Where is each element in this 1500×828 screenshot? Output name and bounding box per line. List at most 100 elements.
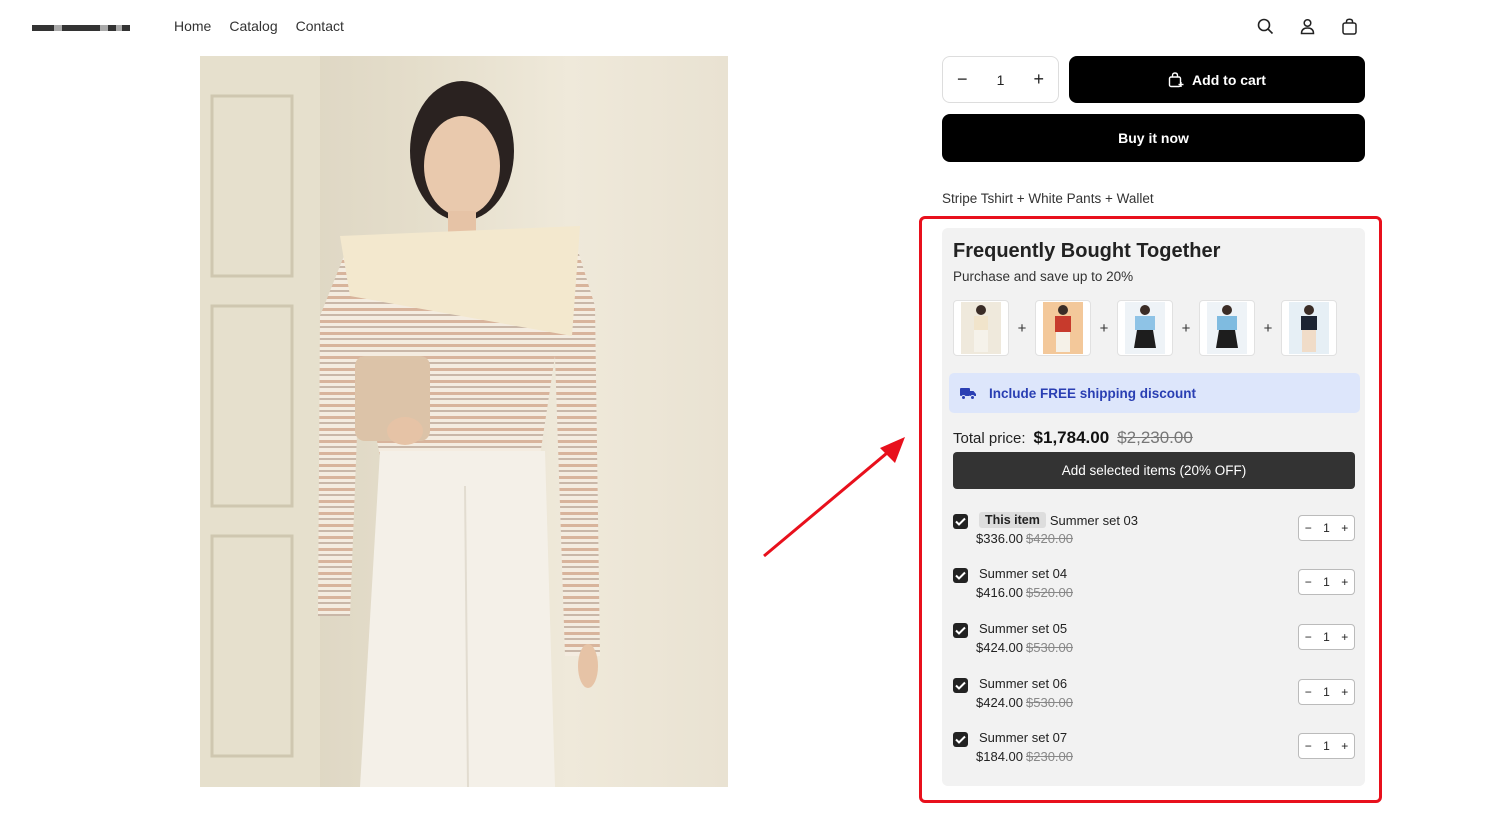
truck-icon [960,388,976,400]
item-quantity-stepper: −1 + [1298,569,1355,595]
free-shipping-text: Include FREE shipping discount [989,385,1197,401]
fbt-thumb-3[interactable] [1117,300,1173,356]
item-name[interactable]: Summer set 05 [979,621,1067,636]
item-name-line: This item Summer set 03 [979,512,1138,528]
item-quantity-stepper: −1 + [1298,733,1355,759]
item-increase-button[interactable]: + [1341,739,1348,753]
item-increase-button[interactable]: + [1341,685,1348,699]
item-price-current: $336.00 [976,531,1023,546]
total-price-original: $2,230.00 [1117,428,1193,447]
item-price-original: $230.00 [1026,749,1073,764]
cart-icon[interactable] [1338,15,1360,37]
plus-separator: + [1017,319,1027,337]
this-item-badge: This item [979,512,1046,528]
item-quantity-stepper: −1 + [1298,624,1355,650]
fbt-item-row: Summer set 05 $424.00 $530.00 −1 + [953,620,1355,664]
nav-catalog[interactable]: Catalog [229,18,277,34]
item-price: $424.00 $530.00 [976,640,1073,655]
checkmark-icon [955,681,966,690]
checkmark-icon [955,571,966,580]
fbt-item-row: Summer set 06 $424.00 $530.00 −1 + [953,675,1355,719]
item-name-line: Summer set 05 [979,621,1067,636]
item-increase-button[interactable]: + [1341,575,1348,589]
item-price: $336.00 $420.00 [976,531,1073,546]
total-price-label: Total price: [953,430,1026,447]
header-icons [1254,15,1360,37]
item-checkbox[interactable] [953,568,968,583]
item-checkbox[interactable] [953,623,968,638]
item-price-original: $530.00 [1026,695,1073,710]
add-to-cart-label: Add to cart [1192,71,1266,88]
item-checkbox[interactable] [953,732,968,747]
item-name-line: Summer set 06 [979,676,1067,691]
item-quantity-stepper: −1 + [1298,515,1355,541]
item-price: $424.00 $530.00 [976,695,1073,710]
plus-separator: + [1099,319,1109,337]
fbt-title: Frequently Bought Together [953,240,1221,262]
item-name[interactable]: Summer set 03 [1050,513,1138,528]
fbt-thumb-4[interactable] [1199,300,1255,356]
cart-plus-icon [1168,71,1184,87]
item-quantity[interactable]: 1 [1323,685,1330,699]
item-checkbox[interactable] [953,678,968,693]
item-decrease-button[interactable]: − [1305,630,1312,644]
item-name-line: Summer set 04 [979,566,1067,581]
fbt-subtitle: Purchase and save up to 20% [953,269,1134,284]
fbt-item-row: Summer set 07 $184.00 $230.00 −1 + [953,729,1355,773]
fbt-thumb-1[interactable] [953,300,1009,356]
item-quantity[interactable]: 1 [1323,630,1330,644]
total-price: Total price: $1,784.00 $2,230.00 [953,428,1193,448]
item-price-current: $416.00 [976,585,1023,600]
account-icon[interactable] [1296,15,1318,37]
store-logo[interactable] [32,25,130,31]
bundle-description: Stripe Tshirt + White Pants + Wallet [942,191,1154,206]
buy-now-button[interactable]: Buy it now [942,114,1365,162]
item-name[interactable]: Summer set 04 [979,566,1067,581]
item-price-original: $520.00 [1026,585,1073,600]
item-decrease-button[interactable]: − [1305,739,1312,753]
item-decrease-button[interactable]: − [1305,521,1312,535]
total-price-current: $1,784.00 [1033,428,1110,447]
quantity-stepper[interactable]: − 1 + [942,56,1059,103]
fbt-thumb-2[interactable] [1035,300,1091,356]
add-to-cart-button[interactable]: Add to cart [1069,56,1365,103]
product-image[interactable] [200,56,728,787]
item-name-line: Summer set 07 [979,730,1067,745]
nav-contact[interactable]: Contact [296,18,344,34]
add-selected-items-button[interactable]: Add selected items (20% OFF) [953,452,1355,489]
item-quantity-stepper: −1 + [1298,679,1355,705]
search-icon[interactable] [1254,15,1276,37]
quantity-value: 1 [996,71,1005,88]
item-price-original: $530.00 [1026,640,1073,655]
nav-home[interactable]: Home [174,18,211,34]
item-price: $416.00 $520.00 [976,585,1073,600]
item-name[interactable]: Summer set 07 [979,730,1067,745]
item-quantity[interactable]: 1 [1323,521,1330,535]
checkmark-icon [955,626,966,635]
increase-quantity-button[interactable]: + [1033,69,1044,90]
item-decrease-button[interactable]: − [1305,685,1312,699]
decrease-quantity-button[interactable]: − [957,69,968,90]
item-price: $184.00 $230.00 [976,749,1073,764]
item-increase-button[interactable]: + [1341,521,1348,535]
main-nav: Home Catalog Contact [174,18,344,34]
item-price-current: $424.00 [976,695,1023,710]
item-quantity[interactable]: 1 [1323,739,1330,753]
item-price-current: $184.00 [976,749,1023,764]
plus-separator: + [1181,319,1191,337]
item-price-original: $420.00 [1026,531,1073,546]
fbt-thumb-5[interactable] [1281,300,1337,356]
item-decrease-button[interactable]: − [1305,575,1312,589]
fbt-thumbnails: + + + + [953,300,1337,356]
item-checkbox[interactable] [953,514,968,529]
free-shipping-banner: Include FREE shipping discount [949,373,1360,413]
item-quantity[interactable]: 1 [1323,575,1330,589]
item-name[interactable]: Summer set 06 [979,676,1067,691]
item-price-current: $424.00 [976,640,1023,655]
checkmark-icon [955,735,966,744]
plus-separator: + [1263,319,1273,337]
fbt-item-row: Summer set 04 $416.00 $520.00 −1 + [953,565,1355,609]
checkmark-icon [955,517,966,526]
item-increase-button[interactable]: + [1341,630,1348,644]
fbt-item-row: This item Summer set 03 $336.00 $420.00 −… [953,511,1355,555]
